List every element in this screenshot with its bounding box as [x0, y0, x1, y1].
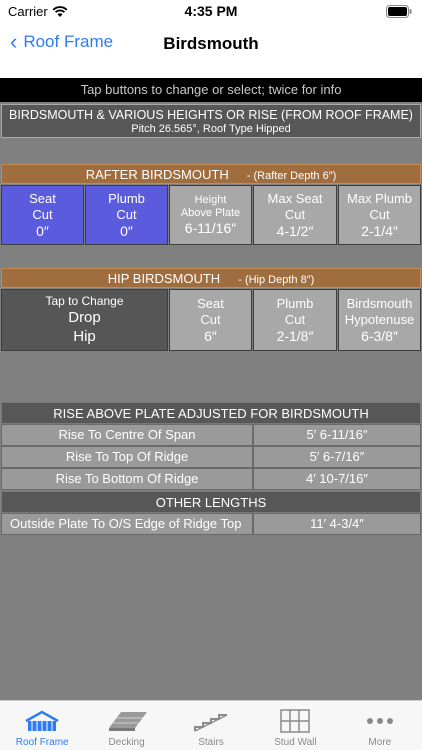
hip-depth-label: - (Hip Depth 8″) [238, 274, 315, 286]
button-label: Cut [284, 207, 306, 222]
back-button-label: Roof Frame [23, 32, 114, 51]
rafter-max-plumb-cut-button[interactable]: Max Plumb Cut 2-1/4″ [338, 185, 421, 245]
button-value: 2-1/8″ [276, 328, 314, 344]
summary-subtitle: Pitch 26.565°, Roof Type Hipped [131, 123, 291, 135]
rafter-depth-label: - (Rafter Depth 6″) [246, 170, 337, 182]
row-value: 5′ 6-11/16″ [253, 424, 421, 446]
button-label: Cut [369, 207, 390, 222]
rise-table-header: RISE ABOVE PLATE ADJUSTED FOR BIRDSMOUTH [1, 402, 421, 424]
status-bar: Carrier 4:35 PM [0, 0, 422, 24]
hip-section-title: HIP BIRDSMOUTH [107, 271, 221, 286]
button-value: 4-1/2″ [276, 223, 314, 239]
battery-icon [386, 5, 412, 23]
row-value: 11′ 4-3/4″ [253, 513, 421, 535]
toggle-hint: Tap to Change [45, 293, 124, 308]
button-label: Above Plate [180, 207, 241, 219]
table-row: Rise To Bottom Of Ridge 4′ 10-7/16″ [1, 468, 421, 490]
table-row: Rise To Top Of Ridge 5′ 6-7/16″ [1, 446, 421, 468]
stud-wall-icon [279, 707, 311, 735]
decking-icon [105, 707, 149, 735]
row-label: Rise To Top Of Ridge [1, 446, 253, 468]
navigation-bar: ‹ Roof Frame Birdsmouth [0, 24, 422, 64]
back-button[interactable]: ‹ Roof Frame [10, 29, 114, 54]
button-label: Cut [284, 312, 306, 327]
other-lengths-header: OTHER LENGTHS [1, 491, 421, 513]
button-label: Height [194, 194, 227, 206]
button-label: Hypotenuse [344, 312, 415, 327]
tab-roof-frame[interactable]: Roof Frame [0, 701, 84, 750]
summary-title: BIRDSMOUTH & VARIOUS HEIGHTS OR RISE (FR… [9, 108, 413, 122]
row-label: Rise To Centre Of Span [1, 424, 253, 446]
tab-stairs[interactable]: Stairs [169, 701, 253, 750]
rafter-height-above-plate-button[interactable]: Height Above Plate 6-11/16″ [169, 185, 252, 245]
button-label: Cut [116, 207, 137, 222]
button-label: Plumb [108, 191, 145, 206]
hip-seat-cut-button[interactable]: Seat Cut 6″ [169, 289, 252, 351]
hip-birdsmouth-hypotenuse-button[interactable]: Birdsmouth Hypotenuse 6-3/8″ [338, 289, 421, 351]
table-row: Rise To Centre Of Span 5′ 6-11/16″ [1, 424, 421, 446]
button-label: Seat [197, 296, 224, 311]
stairs-icon [191, 707, 231, 735]
button-label: Seat [29, 191, 56, 206]
hip-plumb-cut-button[interactable]: Plumb Cut 2-1/8″ [253, 289, 337, 351]
toggle-option: Drop [68, 308, 101, 326]
button-label: Cut [32, 207, 53, 222]
more-icon [365, 707, 395, 735]
rafter-seat-cut-button[interactable]: Seat Cut 0″ [1, 185, 84, 245]
button-value: 6-11/16″ [184, 220, 237, 236]
status-time: 4:35 PM [184, 3, 238, 19]
tab-label: Decking [108, 737, 145, 748]
tab-more[interactable]: More [338, 701, 422, 750]
info-banner: Tap buttons to change or select; twice f… [0, 78, 422, 102]
rafter-section-title: RAFTER BIRDSMOUTH [85, 167, 229, 182]
drop-hip-toggle-button[interactable]: Tap to Change Drop Hip [1, 289, 168, 351]
button-label: Plumb [276, 296, 314, 311]
row-value: 5′ 6-7/16″ [253, 446, 421, 468]
row-label: Outside Plate To O/S Edge of Ridge Top [1, 513, 253, 535]
button-value: 6-3/8″ [361, 328, 398, 344]
button-value: 6″ [204, 328, 217, 344]
rafter-plumb-cut-button[interactable]: Plumb Cut 0″ [85, 185, 168, 245]
roof-frame-icon [22, 707, 62, 735]
button-label: Max Plumb [346, 191, 413, 206]
chevron-left-icon: ‹ [10, 29, 18, 54]
button-value: 0″ [120, 223, 133, 239]
rafter-birdsmouth-header: RAFTER BIRDSMOUTH - (Rafter Depth 6″) [1, 164, 421, 184]
tab-label: Stairs [198, 737, 224, 748]
button-label: Birdsmouth [346, 296, 413, 311]
button-value: 0″ [36, 223, 49, 239]
tab-label: Stud Wall [274, 737, 317, 748]
tab-decking[interactable]: Decking [84, 701, 168, 750]
button-value: 2-1/4″ [361, 223, 398, 239]
hip-birdsmouth-header: HIP BIRDSMOUTH - (Hip Depth 8″) [1, 268, 421, 288]
row-label: Rise To Bottom Of Ridge [1, 468, 253, 490]
content-area: Tap buttons to change or select; twice f… [0, 78, 422, 700]
tab-label: Roof Frame [15, 737, 69, 748]
toggle-option: Hip [73, 327, 96, 345]
rafter-max-seat-cut-button[interactable]: Max Seat Cut 4-1/2″ [253, 185, 337, 245]
button-label: Cut [200, 312, 221, 327]
table-row: Outside Plate To O/S Edge of Ridge Top 1… [1, 513, 421, 535]
row-value: 4′ 10-7/16″ [253, 468, 421, 490]
button-label: Max Seat [267, 191, 323, 206]
summary-header: BIRDSMOUTH & VARIOUS HEIGHTS OR RISE (FR… [1, 104, 421, 138]
tab-bar: Roof Frame Decking Stairs Stud Wall More [0, 700, 422, 750]
tab-stud-wall[interactable]: Stud Wall [253, 701, 337, 750]
tab-label: More [368, 737, 392, 748]
